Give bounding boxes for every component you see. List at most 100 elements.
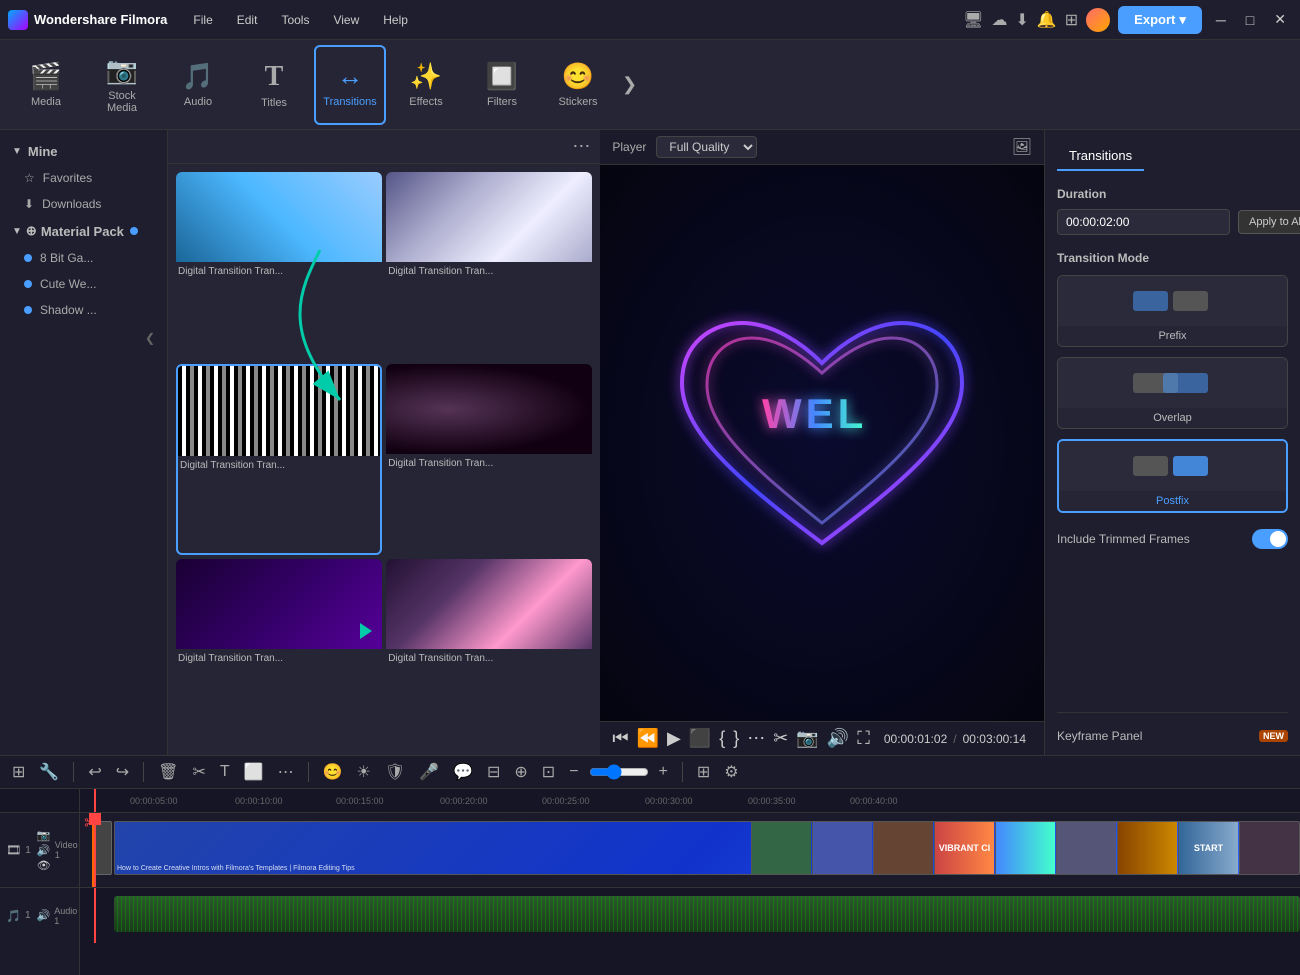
transition-card-5[interactable]: Digital Transition Tran... — [176, 559, 382, 747]
transitions-icon: ↔ — [337, 61, 363, 92]
close-button[interactable]: ✕ — [1268, 9, 1292, 30]
emoji-button[interactable]: 😊 — [319, 760, 347, 784]
minimize-button[interactable]: ─ — [1210, 10, 1232, 30]
camera-icon[interactable]: 📷 — [37, 829, 51, 842]
overlap-preview — [1133, 363, 1213, 403]
video-track-name: Video 1 — [55, 840, 78, 860]
video-track: ✂ How to Create Creative Intros with Fil… — [80, 813, 1300, 888]
transition-card-3[interactable]: Digital Transition Tran... — [176, 364, 382, 556]
duration-input[interactable] — [1057, 209, 1230, 235]
monitor-icon[interactable]: 🖥 — [963, 10, 983, 30]
tool-filters-label: Filters — [487, 96, 517, 108]
shadow-label: Shadow ... — [40, 303, 97, 317]
transition-card-2[interactable]: Digital Transition Tran... — [386, 172, 592, 360]
plus-button[interactable]: + — [655, 761, 672, 783]
delete-button[interactable]: 🗑 — [154, 760, 182, 784]
grid-button[interactable]: ⊞ — [693, 760, 714, 784]
more-options-button[interactable]: ⋯ — [572, 136, 590, 157]
cut-button[interactable]: ✂ — [188, 760, 209, 784]
thumb-3 — [873, 822, 933, 874]
sidebar-mine-section[interactable]: ▼ Mine — [0, 138, 167, 165]
apps-icon[interactable]: ⊞ — [1065, 10, 1078, 30]
sun-button[interactable]: ☀ — [352, 760, 374, 784]
tool-audio[interactable]: 🎵 Audio — [162, 45, 234, 125]
text-button[interactable]: T — [216, 761, 234, 783]
caption-button[interactable]: 💬 — [449, 760, 477, 784]
sidebar-item-favorites[interactable]: ☆ Favorites — [0, 165, 167, 191]
download-icon[interactable]: ⬇ — [1015, 10, 1028, 30]
tab-transitions[interactable]: Transitions — [1057, 142, 1144, 171]
audio-mute-icon[interactable]: 🔊 — [37, 844, 51, 857]
notification-icon[interactable]: 🔔 — [1037, 10, 1057, 30]
tool-effects[interactable]: ✨ Effects — [390, 45, 462, 125]
mode-prefix[interactable]: Prefix — [1057, 275, 1288, 347]
sidebar-collapse-button[interactable]: ❮ — [0, 323, 167, 353]
transition-thumb-3 — [178, 366, 380, 456]
clip-trim-button[interactable]: ✂ — [773, 728, 788, 749]
frame-button[interactable]: ⊡ — [538, 760, 559, 784]
settings-button[interactable]: ⚙ — [720, 760, 742, 784]
stop-button[interactable]: ⬛ — [689, 728, 711, 749]
sidebar-item-downloads[interactable]: ⬇ Downloads — [0, 191, 167, 217]
screenshot-button[interactable]: 🖼 — [1012, 137, 1032, 157]
undo-button[interactable]: ↩ — [84, 760, 105, 784]
menu-view[interactable]: View — [323, 9, 369, 31]
redo-button[interactable]: ↪ — [112, 760, 133, 784]
pip-button[interactable]: ⊕ — [510, 760, 531, 784]
user-avatar[interactable] — [1086, 8, 1110, 32]
toolbar-more-button[interactable]: ❯ — [622, 74, 637, 95]
include-trimmed-toggle[interactable] — [1252, 529, 1288, 549]
transition-card-6[interactable]: Digital Transition Tran... — [386, 559, 592, 747]
mic-button[interactable]: 🎤 — [415, 760, 443, 784]
menu-file[interactable]: File — [183, 9, 222, 31]
split-button[interactable]: ⊟ — [483, 760, 504, 784]
audio-button[interactable]: 🔊 — [827, 728, 849, 749]
tool-titles[interactable]: T Titles — [238, 45, 310, 125]
fullscreen-button[interactable]: ⛶ — [857, 728, 870, 749]
transition-card-1[interactable]: Digital Transition Tran... — [176, 172, 382, 360]
material-pack-dot — [130, 227, 138, 235]
skip-back-button[interactable]: ⏮ — [612, 728, 628, 749]
mode-postfix[interactable]: Postfix — [1057, 439, 1288, 513]
crop-button[interactable]: ⬜ — [240, 760, 268, 784]
maximize-button[interactable]: □ — [1240, 10, 1260, 30]
mark-out-button[interactable]: } — [733, 728, 739, 749]
sidebar-material-pack[interactable]: ▼ ⊕ Material Pack — [0, 217, 167, 245]
material-pack-label: Material Pack — [41, 224, 124, 239]
tool-filters[interactable]: 🔲 Filters — [466, 45, 538, 125]
mode-overlap[interactable]: Overlap — [1057, 357, 1288, 429]
export-button[interactable]: Export ▾ — [1118, 6, 1202, 34]
magnet-button[interactable]: 🔧 — [35, 760, 63, 784]
menu-tools[interactable]: Tools — [271, 9, 319, 31]
sidebar-item-8bit[interactable]: 8 Bit Ga... — [0, 245, 167, 271]
audio-volume-icon[interactable]: 🔊 — [37, 909, 51, 922]
transition-label-2: Digital Transition Tran... — [386, 262, 592, 281]
clip-options-button[interactable]: ⋯ — [747, 728, 765, 749]
save-cloud-icon[interactable]: ☁ — [991, 10, 1007, 30]
layout-button[interactable]: ⊞ — [8, 760, 29, 784]
menu-edit[interactable]: Edit — [227, 9, 268, 31]
transition-card-4[interactable]: Digital Transition Tran... — [386, 364, 592, 556]
shield-button[interactable]: 🛡 — [381, 760, 409, 784]
more-tl-button[interactable]: ⋯ — [274, 760, 298, 784]
menu-help[interactable]: Help — [373, 9, 418, 31]
apply-to-all-button[interactable]: Apply to All — [1238, 210, 1300, 234]
track-eye-icon[interactable]: 👁 — [37, 859, 51, 872]
tool-stickers[interactable]: 😊 Stickers — [542, 45, 614, 125]
sidebar-item-shadow[interactable]: Shadow ... — [0, 297, 167, 323]
clip-main[interactable]: How to Create Creative Intros with Filmo… — [114, 821, 1300, 875]
zoom-slider[interactable] — [589, 764, 649, 780]
sidebar-item-cute[interactable]: Cute We... — [0, 271, 167, 297]
minus-button[interactable]: − — [565, 761, 582, 783]
mark-in-button[interactable]: { — [719, 728, 725, 749]
snapshot-button[interactable]: 📷 — [796, 728, 818, 749]
tool-transitions[interactable]: ↔ Transitions — [314, 45, 386, 125]
toolbar-separator-2 — [143, 762, 144, 782]
transition-thumb-6 — [386, 559, 592, 649]
quality-select[interactable]: Full Quality Half Quality — [656, 136, 757, 158]
play-button[interactable]: ▶ — [667, 728, 681, 749]
shadow-dot — [24, 306, 32, 314]
tool-stock-media[interactable]: 📷 Stock Media — [86, 45, 158, 125]
frame-back-button[interactable]: ⏪ — [637, 728, 659, 749]
tool-media[interactable]: 🎬 Media — [10, 45, 82, 125]
